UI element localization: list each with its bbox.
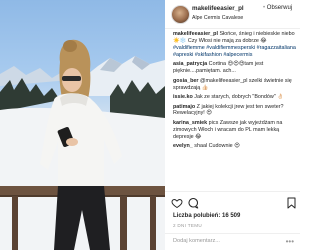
- post-timestamp: 2 DNI TEMU: [173, 223, 202, 228]
- comment-username[interactable]: karina_smiek: [173, 120, 207, 126]
- comment-username[interactable]: asia_patrycja: [173, 61, 207, 67]
- action-bar: [165, 191, 300, 214]
- post-header: makelifeeasier_pl • Obserwuj Alpe Cermis…: [165, 0, 300, 29]
- comment-username[interactable]: evelyn_: [173, 143, 193, 149]
- more-options-icon[interactable]: •••: [286, 237, 294, 246]
- caption-hashtags[interactable]: #valdifiemme #valdifiemmesperski #ragazz…: [173, 45, 296, 58]
- comment-text: Jak ze starych, dobrych "Bondów" 👌🏻: [194, 94, 284, 101]
- comment-username[interactable]: issie.ko: [173, 94, 193, 100]
- follow-button[interactable]: Obserwuj: [267, 5, 292, 11]
- photo-scene: [0, 39, 165, 250]
- add-comment-input[interactable]: Dodaj komentarz...: [173, 238, 220, 244]
- comment-icon[interactable]: [187, 197, 199, 209]
- comment-item: patimajo Z jakiej kolekcji jrew jest ten…: [169, 104, 299, 118]
- heart-icon[interactable]: [171, 197, 183, 209]
- comment-item: karina_smiek pics Zawsze jak wyjeżdżam n…: [169, 120, 299, 141]
- separator-dot: •: [263, 5, 266, 11]
- likes-count[interactable]: Liczba polubień: 16 509: [173, 213, 240, 219]
- post-location[interactable]: Alpe Cermis Cavalese: [192, 15, 243, 21]
- comment-text: shaal Cudownie 😍: [194, 143, 240, 150]
- post-username[interactable]: makelifeeasier_pl: [192, 5, 244, 12]
- comment-item: asia_patrycja Cortina 😍😍😍tam jest piękni…: [169, 61, 299, 75]
- comment-item: issie.ko Jak ze starych, dobrych "Bondów…: [169, 94, 299, 101]
- follow-area: • Obserwuj: [263, 5, 292, 11]
- bookmark-icon[interactable]: [287, 197, 296, 209]
- add-comment-bar: Dodaj komentarz... •••: [165, 233, 300, 250]
- comments-list[interactable]: makelifeeasier_pl Słońce, śnieg i niebie…: [169, 31, 299, 191]
- post-sidebar: makelifeeasier_pl • Obserwuj Alpe Cermis…: [165, 0, 300, 250]
- comment-username[interactable]: patimajo: [173, 104, 195, 110]
- caption-username[interactable]: makelifeeasier_pl: [173, 31, 218, 37]
- caption: makelifeeasier_pl Słońce, śnieg i niebie…: [169, 31, 299, 59]
- comment-item: evelyn_ shaal Cudownie 😍: [169, 143, 299, 150]
- comment-item: gosia_ber @makelifeeasier_pl szelki świe…: [169, 78, 299, 92]
- post-photo[interactable]: [0, 0, 165, 250]
- avatar[interactable]: [171, 5, 190, 24]
- comment-username[interactable]: gosia_ber: [173, 78, 198, 84]
